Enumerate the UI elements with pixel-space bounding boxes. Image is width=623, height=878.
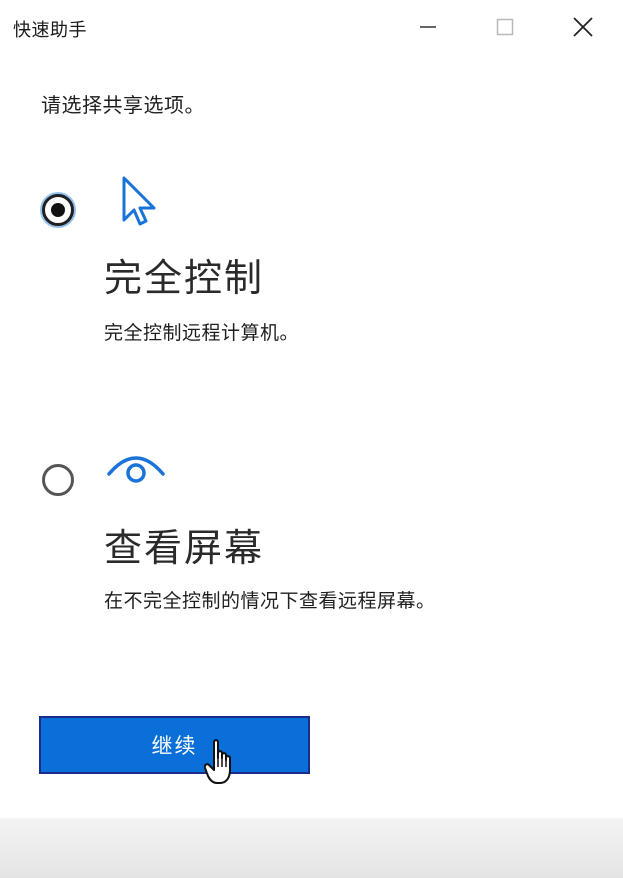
minimize-button[interactable]: [393, 0, 463, 54]
continue-button[interactable]: 继续: [39, 716, 310, 774]
option-view-screen[interactable]: 查看屏幕 在不完全控制的情况下查看远程屏幕。: [0, 440, 623, 620]
option-title: 完全控制: [104, 256, 265, 300]
quick-assist-window: 快速助手 请选择共享选项。 完全控制 完全控制远程计算机。 查看屏幕 在不完全控…: [0, 0, 623, 878]
minimize-icon: [420, 26, 436, 28]
radio-view-screen[interactable]: [42, 464, 74, 496]
share-options-prompt: 请选择共享选项。: [41, 93, 205, 117]
maximize-button[interactable]: [470, 0, 540, 54]
option-description: 完全控制远程计算机。: [104, 322, 300, 344]
eye-view-icon: [107, 456, 165, 483]
close-button[interactable]: [548, 0, 618, 54]
radio-full-control[interactable]: [42, 194, 74, 226]
close-icon: [573, 17, 593, 37]
option-description: 在不完全控制的情况下查看远程屏幕。: [104, 590, 436, 612]
title-bar[interactable]: 快速助手: [0, 0, 623, 54]
option-full-control[interactable]: 完全控制 完全控制远程计算机。: [0, 160, 623, 360]
pointer-arrow-icon: [122, 176, 156, 226]
window-title: 快速助手: [13, 20, 87, 41]
option-title: 查看屏幕: [104, 526, 265, 570]
bottom-area: [0, 818, 623, 878]
maximize-icon: [496, 18, 514, 36]
hand-pointer-cursor-icon: [204, 739, 231, 784]
